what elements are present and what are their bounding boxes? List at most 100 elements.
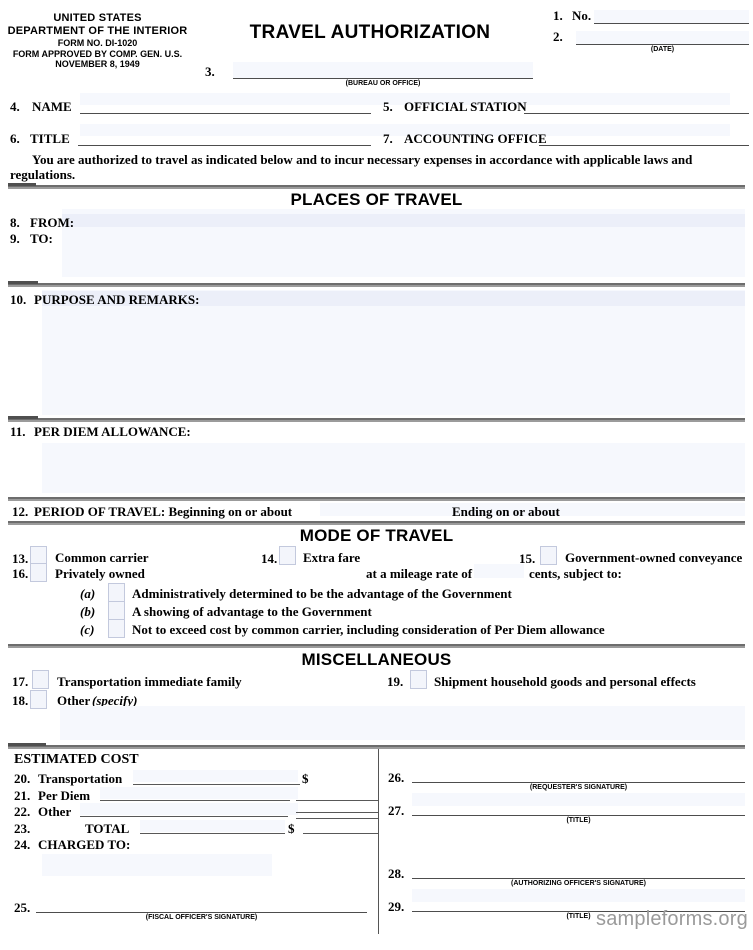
field-2-caption: (DATE) (650, 46, 675, 53)
field-15-label: Government-owned conveyance (565, 550, 743, 565)
places-of-travel-divider-cap (8, 183, 36, 186)
fiscal-officer-signature-caption: (FISCAL OFFICER'S SIGNATURE) (145, 914, 258, 921)
fiscal-officer-signature-input[interactable] (36, 912, 367, 913)
per-diem-input[interactable] (42, 443, 742, 491)
checkbox-shipment-household-goods[interactable] (410, 670, 427, 689)
transportation-input[interactable] (133, 784, 300, 785)
agency-identification-block: UNITED STATES DEPARTMENT OF THE INTERIOR… (0, 12, 195, 70)
field-6-label: TITLE (30, 131, 70, 146)
field-12-end-label: Ending on or about (452, 504, 560, 519)
per-diem-divider-cap (8, 416, 38, 419)
field-21-tint (100, 787, 298, 799)
field-5-number: 5. (383, 99, 393, 114)
checkbox-administratively-determined[interactable] (108, 583, 125, 602)
field-6-number: 6. (10, 131, 20, 146)
field-4-number: 4. (10, 99, 20, 114)
period-end-input[interactable] (570, 504, 740, 518)
field-17-label: Transportation immediate family (57, 674, 242, 689)
field-11-number: 11. (10, 424, 26, 439)
requester-title-caption: (TITLE) (566, 817, 591, 824)
other-specify-input[interactable] (60, 706, 745, 740)
estimated-cost-divider-cap (8, 743, 46, 746)
travel-authorization-form: UNITED STATES DEPARTMENT OF THE INTERIOR… (0, 0, 753, 950)
field-19-label: Shipment household goods and personal ef… (434, 674, 696, 689)
authorization-paragraph-line-2: regulations. (10, 167, 76, 182)
miscellaneous-top-divider (8, 644, 745, 648)
per-diem-cost-input[interactable] (100, 800, 290, 801)
checkbox-other[interactable] (30, 690, 47, 709)
places-of-travel-top-divider (8, 185, 745, 189)
field-10-label: PURPOSE AND REMARKS: (34, 292, 200, 307)
field-2-input-tint (576, 31, 749, 44)
field-8-number: 8. (10, 215, 20, 230)
mode-of-travel-top-divider (8, 521, 745, 525)
field-24-number: 24. (14, 837, 31, 852)
field-1-input[interactable] (594, 23, 749, 24)
checkbox-transportation-immediate-family[interactable] (32, 670, 49, 689)
checkbox-privately-owned[interactable] (30, 563, 47, 582)
field-10-number: 10. (10, 292, 27, 307)
field-4-label: NAME (32, 99, 72, 114)
field-21-number: 21. (14, 788, 31, 803)
field-8-label: FROM: (30, 215, 75, 230)
field-26-number: 26. (388, 770, 405, 785)
checkbox-government-owned-conveyance[interactable] (540, 546, 557, 565)
page-title: TRAVEL AUTHORIZATION (249, 22, 491, 43)
checkbox-not-to-exceed-cost[interactable] (108, 619, 125, 638)
places-from-input[interactable] (90, 215, 740, 229)
checkbox-showing-of-advantage[interactable] (108, 601, 125, 620)
field-3-input[interactable] (233, 78, 533, 79)
purpose-input[interactable] (42, 310, 742, 412)
field-2-input[interactable] (576, 44, 749, 45)
field-14-label: Extra fare (303, 550, 361, 565)
field-20-number: 20. (14, 771, 31, 786)
purpose-divider-cap (8, 281, 38, 284)
per-diem-top-divider (8, 418, 745, 422)
mileage-rate-input[interactable] (474, 566, 524, 580)
field-18-number: 18. (12, 693, 29, 708)
field-20-tint (133, 770, 298, 782)
requester-title-input[interactable] (412, 815, 745, 816)
field-22-number: 22. (14, 804, 31, 819)
field-29-number: 29. (388, 899, 405, 914)
field-13-number: 13. (12, 551, 29, 566)
subitem-a-label: Administratively determined to be the ad… (132, 586, 512, 601)
period-begin-input[interactable] (315, 504, 445, 518)
estimated-cost-column-divider (378, 749, 379, 934)
official-station-input[interactable] (524, 113, 749, 114)
other-amount[interactable] (296, 812, 378, 813)
total-amount[interactable] (303, 833, 378, 834)
name-input[interactable] (80, 113, 371, 114)
accounting-office-input[interactable] (539, 145, 749, 146)
field-25-number: 25. (14, 900, 31, 915)
field-3-number: 3. (205, 64, 215, 79)
total-input[interactable] (140, 833, 285, 834)
charged-to-input[interactable] (42, 854, 372, 892)
authorizing-officer-signature-caption: (AUTHORIZING OFFICER'S SIGNATURE) (511, 880, 646, 887)
field-13-label: Common carrier (55, 550, 149, 565)
miscellaneous-heading: MISCELLANEOUS (301, 650, 452, 669)
field-17-number: 17. (12, 674, 29, 689)
form-approval-date: NOVEMBER 8, 1949 (55, 59, 140, 70)
field-22-tint (80, 803, 298, 815)
field-9-number: 9. (10, 231, 20, 246)
form-approval-line: FORM APPROVED BY COMP. GEN. U.S. (12, 48, 183, 59)
subitem-a-letter: (a) (80, 586, 96, 601)
field-12-label: PERIOD OF TRAVEL: Beginning on or about (34, 504, 293, 519)
field-3-input-tint (233, 62, 533, 78)
checkbox-extra-fare[interactable] (279, 546, 296, 565)
title-input[interactable] (78, 145, 371, 146)
estimated-cost-top-divider (8, 745, 745, 749)
field-1-label: No. (572, 8, 592, 23)
field-27-tint (412, 793, 745, 806)
other-amount-underline-second (296, 818, 378, 819)
field-28-number: 28. (388, 866, 405, 881)
requester-signature-input[interactable] (412, 782, 745, 783)
form-number: FORM NO. DI-1020 (57, 37, 138, 48)
per-diem-amount[interactable] (296, 800, 378, 801)
transportation-amount[interactable] (314, 771, 378, 784)
other-cost-input[interactable] (80, 816, 288, 817)
field-7-label: ACCOUNTING OFFICE (404, 131, 547, 146)
authorizing-officer-signature-input[interactable] (412, 878, 745, 879)
places-to-input[interactable] (90, 231, 740, 275)
